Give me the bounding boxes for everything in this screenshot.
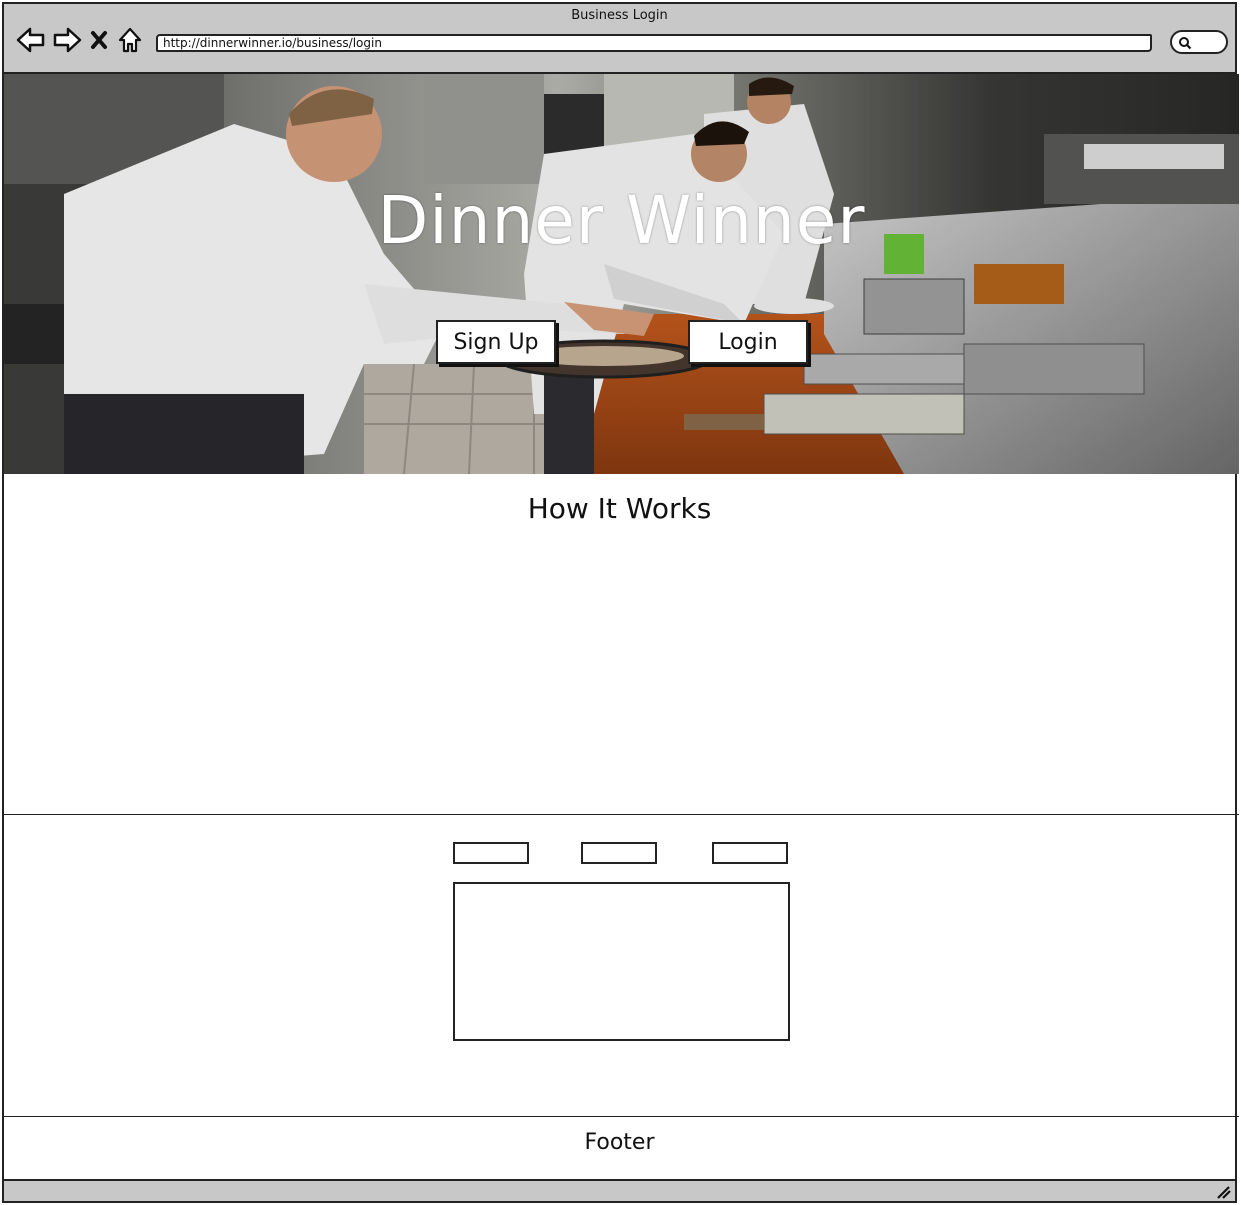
tab-1[interactable] (453, 842, 529, 864)
sign-up-button[interactable]: Sign Up (436, 320, 556, 364)
status-bar (4, 1179, 1235, 1201)
browser-toolbar: Business Login http://dinnerwinner.io/bu… (4, 4, 1235, 74)
close-x-icon[interactable] (88, 24, 110, 56)
how-it-works-title: How It Works (527, 492, 712, 525)
back-arrow-icon[interactable] (16, 24, 46, 56)
section-divider (4, 814, 1239, 815)
search-icon (1179, 37, 1192, 50)
browser-window: Business Login http://dinnerwinner.io/bu… (2, 2, 1239, 1203)
tab-content-panel (453, 882, 790, 1041)
hero-title: Dinner Winner (377, 182, 866, 259)
hero-image: Dinner Winner Sign Up Login (4, 74, 1239, 474)
address-bar[interactable]: http://dinnerwinner.io/business/login (156, 34, 1152, 52)
footer-divider (4, 1116, 1239, 1117)
tab-3[interactable] (712, 842, 788, 864)
forward-arrow-icon[interactable] (52, 24, 82, 56)
home-icon[interactable] (117, 24, 143, 56)
footer-label: Footer (584, 1130, 655, 1155)
login-button[interactable]: Login (688, 320, 808, 364)
search-field[interactable] (1170, 30, 1228, 54)
window-title: Business Login (571, 8, 668, 23)
tab-2[interactable] (581, 842, 657, 864)
resize-grip-icon[interactable] (1215, 1185, 1231, 1199)
